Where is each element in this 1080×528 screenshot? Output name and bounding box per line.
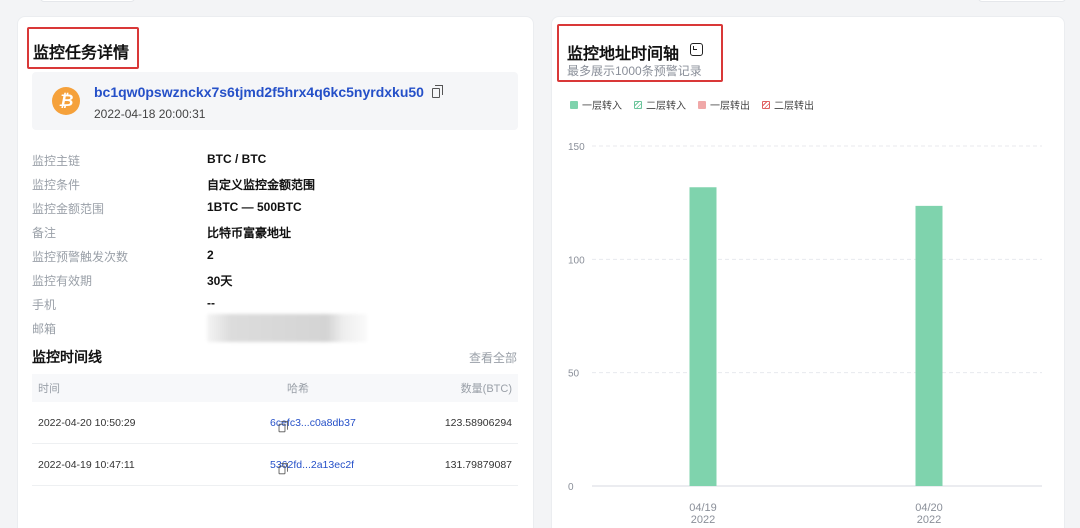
info-row: 手机 -- xyxy=(32,296,512,312)
field-label: 手机 xyxy=(32,298,57,312)
timeline-table-header: 时间 哈希 数量(BTC) xyxy=(32,374,518,402)
info-row: 监控主链 BTC / BTC xyxy=(32,152,512,168)
timeline-title: 监控时间线 xyxy=(32,349,102,365)
top-tab-fragment xyxy=(40,0,135,2)
task-detail-panel: 监控任务详情 ₿ bc1qw0pswznckx7s6tjmd2f5hrx4q6k… xyxy=(17,16,534,528)
view-all-link[interactable]: 查看全部 xyxy=(469,349,517,366)
field-value: -- xyxy=(207,296,215,310)
col-time: 时间 xyxy=(38,383,60,395)
col-hash: 哈希 xyxy=(287,383,309,395)
chart-legend: 一层转入 二层转入 一层转出 二层转出 xyxy=(570,97,814,112)
field-value: 自定义监控金额范围 xyxy=(207,178,316,192)
field-value: 2 xyxy=(207,248,214,262)
field-label: 监控金额范围 xyxy=(32,202,105,216)
panel-subtitle: 最多展示1000条预警记录 xyxy=(567,64,702,78)
col-amount: 数量(BTC) xyxy=(460,383,512,395)
field-label: 监控有效期 xyxy=(32,274,93,288)
x-tick-label: 04/20 xyxy=(915,502,943,514)
field-label: 备注 xyxy=(32,226,57,240)
legend-swatch xyxy=(698,100,706,109)
info-row: 备注 比特币富豪地址 xyxy=(32,224,512,240)
address-date: 2022-04-18 20:00:31 xyxy=(94,107,206,121)
field-label: 监控预警触发次数 xyxy=(32,250,129,264)
bar xyxy=(689,187,717,486)
y-tick-label: 100 xyxy=(568,255,585,266)
table-row: 2022-04-19 10:47:11 5362fd...2a13ec2f 13… xyxy=(32,444,518,486)
info-row: 监控金额范围 1BTC — 500BTC xyxy=(32,200,512,216)
legend-label: 一层转入 xyxy=(582,101,622,112)
legend-swatch xyxy=(570,100,578,109)
legend-item[interactable]: 二层转出 xyxy=(762,97,814,112)
row-amount: 123.58906294 xyxy=(444,416,512,429)
monitored-address[interactable]: bc1qw0pswznckx7s6tjmd2f5hrx4q6kc5nyrdxku… xyxy=(94,84,443,100)
calendar-icon[interactable] xyxy=(690,43,703,56)
x-tick-label: 2022 xyxy=(691,514,715,526)
field-label: 邮箱 xyxy=(32,322,57,336)
row-time: 2022-04-19 10:47:11 xyxy=(38,458,135,471)
legend-label: 二层转出 xyxy=(774,101,814,112)
y-tick-label: 0 xyxy=(568,482,574,493)
address-card: ₿ bc1qw0pswznckx7s6tjmd2f5hrx4q6kc5nyrdx… xyxy=(32,72,518,130)
copy-icon[interactable] xyxy=(278,462,288,474)
x-tick-label: 04/19 xyxy=(689,502,717,514)
legend-item[interactable]: 一层转入 xyxy=(570,97,622,112)
legend-swatch xyxy=(762,100,770,109)
legend-label: 二层转入 xyxy=(646,101,686,112)
address-text[interactable]: bc1qw0pswznckx7s6tjmd2f5hrx4q6kc5nyrdxku… xyxy=(94,84,424,100)
x-tick-label: 2022 xyxy=(917,514,941,526)
field-value: 比特币富豪地址 xyxy=(207,226,292,240)
info-row: 监控条件 自定义监控金额范围 xyxy=(32,176,512,192)
field-value: 30天 xyxy=(207,274,233,288)
info-row: 监控预警触发次数 2 xyxy=(32,248,512,264)
info-row: 邮箱 xyxy=(32,314,512,342)
legend-item[interactable]: 二层转入 xyxy=(634,97,686,112)
field-label: 监控条件 xyxy=(32,178,81,192)
panel-title: 监控任务详情 xyxy=(33,45,130,62)
y-tick-label: 150 xyxy=(568,142,585,153)
legend-label: 一层转出 xyxy=(710,101,750,112)
legend-swatch xyxy=(634,100,642,109)
timeline-chart: 05010015004/19202204/202022 xyxy=(568,142,1042,526)
info-row: 监控有效期 30天 xyxy=(32,272,512,288)
table-row: 2022-04-20 10:50:29 6cefc3...c0a8db37 12… xyxy=(32,402,518,444)
row-amount: 131.79879087 xyxy=(444,458,512,471)
email-redacted xyxy=(207,314,367,342)
field-value: 1BTC — 500BTC xyxy=(207,200,302,214)
address-timeline-panel: 监控地址时间轴 最多展示1000条预警记录 一层转入 二层转入 一层转出 二层转… xyxy=(551,16,1065,528)
field-value: BTC / BTC xyxy=(207,152,267,166)
copy-icon[interactable] xyxy=(431,85,443,99)
panel-title: 监控地址时间轴 xyxy=(567,46,680,63)
top-button-fragment[interactable] xyxy=(978,0,1066,2)
bitcoin-icon: ₿ xyxy=(52,87,80,115)
legend-item[interactable]: 一层转出 xyxy=(698,97,750,112)
field-label: 监控主链 xyxy=(32,154,81,168)
row-time: 2022-04-20 10:50:29 xyxy=(38,416,136,429)
y-tick-label: 50 xyxy=(568,369,580,380)
bar xyxy=(915,205,943,486)
copy-icon[interactable] xyxy=(278,420,288,432)
